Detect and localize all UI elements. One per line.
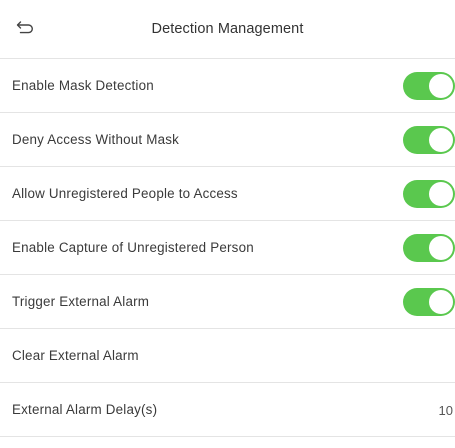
setting-row-allow-unregistered-people[interactable]: Allow Unregistered People to Access (0, 167, 455, 221)
setting-label: Allow Unregistered People to Access (12, 186, 238, 201)
setting-label: Deny Access Without Mask (12, 132, 180, 147)
toggle-knob (429, 74, 453, 98)
setting-label: Trigger External Alarm (12, 294, 150, 309)
toggle-knob (429, 182, 453, 206)
toggle-knob (429, 128, 453, 152)
external-alarm-delay-value: 10 (438, 402, 453, 418)
setting-row-clear-external-alarm[interactable]: Clear External Alarm (0, 329, 455, 383)
detection-management-screen: Detection Management Enable Mask Detecti… (0, 0, 455, 448)
setting-row-enable-capture-unregistered[interactable]: Enable Capture of Unregistered Person (0, 221, 455, 275)
setting-label: Clear External Alarm (12, 348, 139, 363)
setting-label: Enable Mask Detection (12, 78, 154, 93)
enable-mask-detection-toggle[interactable] (403, 72, 455, 100)
trigger-external-alarm-toggle[interactable] (403, 288, 455, 316)
enable-capture-unregistered-toggle[interactable] (403, 234, 455, 262)
toggle-knob (429, 290, 453, 314)
back-arrow-icon (16, 20, 34, 39)
setting-row-trigger-external-alarm[interactable]: Trigger External Alarm (0, 275, 455, 329)
setting-row-enable-mask-detection[interactable]: Enable Mask Detection (0, 59, 455, 113)
setting-row-deny-access-without-mask[interactable]: Deny Access Without Mask (0, 113, 455, 167)
setting-row-external-alarm-delay[interactable]: External Alarm Delay(s) 10 (0, 383, 455, 437)
page-title: Detection Management (151, 21, 304, 37)
toggle-knob (429, 236, 453, 260)
allow-unregistered-people-toggle[interactable] (403, 180, 455, 208)
deny-access-without-mask-toggle[interactable] (403, 126, 455, 154)
header-bar: Detection Management (0, 0, 455, 59)
setting-label: External Alarm Delay(s) (12, 402, 158, 417)
setting-label: Enable Capture of Unregistered Person (12, 240, 254, 255)
back-button[interactable] (14, 20, 36, 39)
